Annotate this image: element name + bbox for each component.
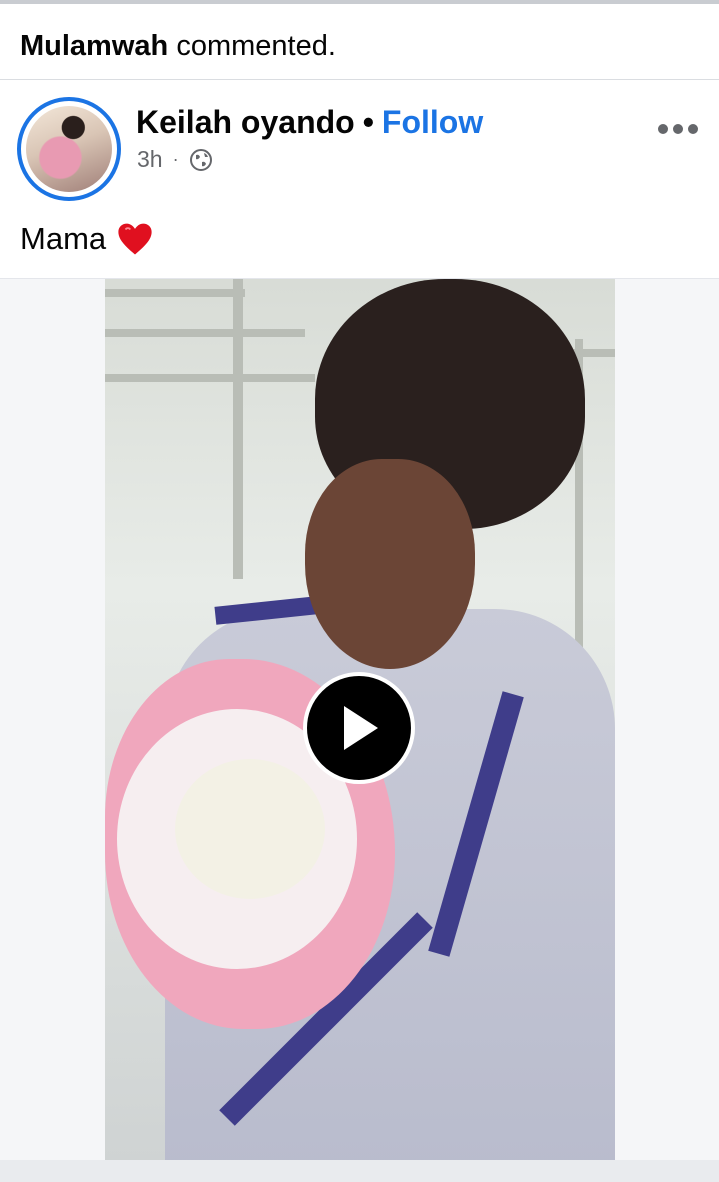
name-separator: •	[362, 104, 374, 140]
play-button[interactable]	[303, 672, 415, 784]
activity-actor[interactable]: Mulamwah	[20, 30, 168, 62]
avatar-image	[26, 106, 112, 192]
heart-icon	[118, 223, 152, 255]
follow-button[interactable]: Follow	[382, 104, 483, 140]
activity-header: Mulamwah commented.	[0, 16, 719, 80]
author-name[interactable]: Keilah oyando	[136, 104, 355, 140]
globe-icon	[189, 148, 212, 171]
more-options-icon[interactable]	[656, 115, 700, 143]
meta-separator: ·	[172, 149, 179, 169]
author-avatar[interactable]	[17, 97, 121, 201]
top-divider	[0, 0, 719, 16]
play-icon	[344, 706, 378, 750]
activity-text: Mulamwah commented.	[20, 30, 336, 63]
post-caption: Mama	[20, 220, 154, 258]
author-line: Keilah oyando • Follow	[136, 104, 483, 141]
video-frame	[0, 278, 719, 1161]
face	[305, 459, 475, 669]
post-meta: 3h ·	[137, 146, 213, 173]
bottom-divider	[0, 1160, 719, 1182]
caption-text: Mama	[20, 221, 107, 256]
post-time[interactable]: 3h	[137, 146, 163, 173]
activity-action: commented.	[176, 30, 336, 62]
